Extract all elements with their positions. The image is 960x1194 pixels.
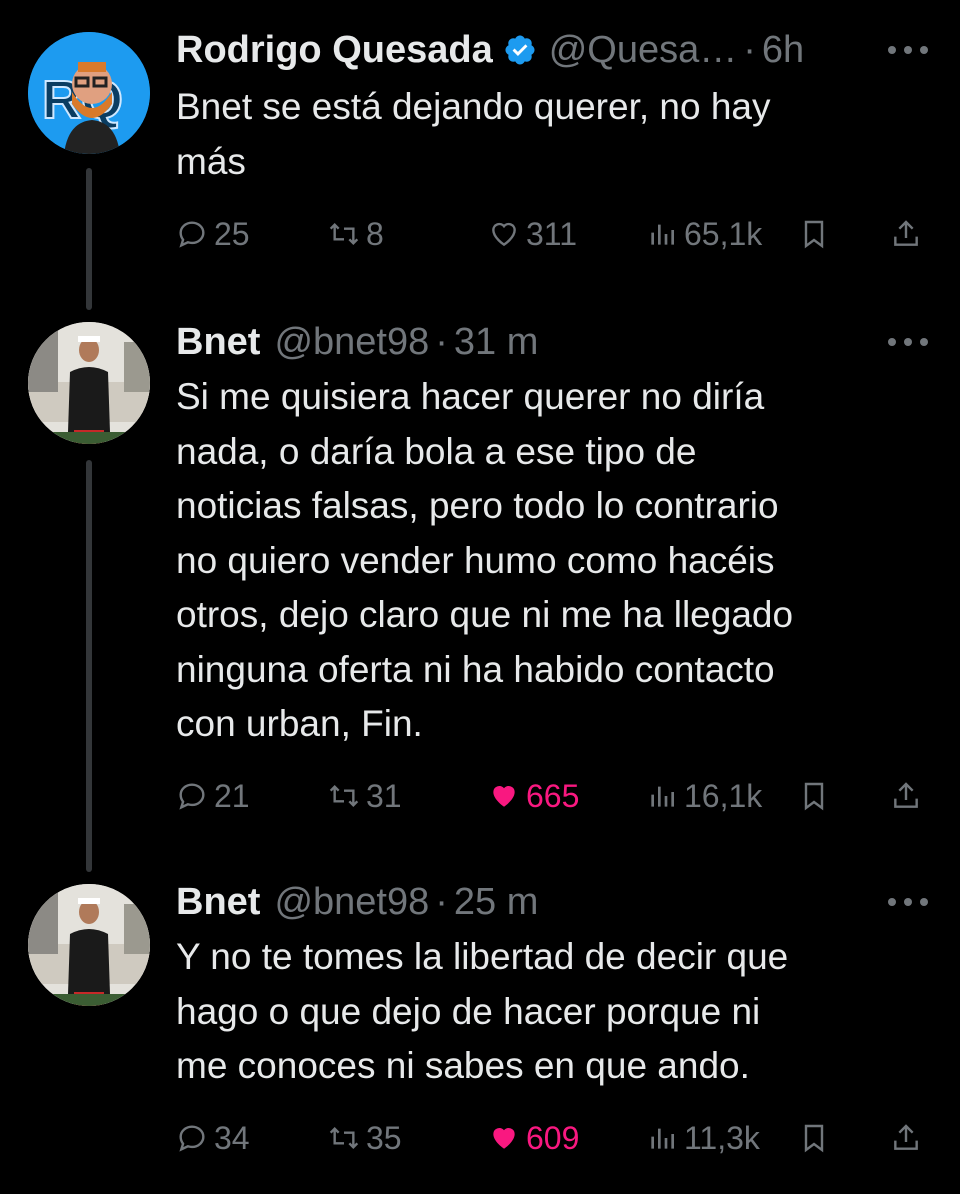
author-name[interactable]: Bnet: [176, 881, 260, 924]
retweet-button[interactable]: 8: [328, 212, 384, 256]
tweet-header: Bnet @bnet98 · 25 m: [176, 878, 538, 926]
views-button[interactable]: 65,1k: [646, 212, 762, 256]
share-button[interactable]: [890, 1116, 928, 1160]
author-name[interactable]: Rodrigo Quesada: [176, 29, 493, 72]
reply-button[interactable]: 34: [176, 1116, 250, 1160]
thread-line-1: [86, 168, 92, 310]
tweet-text: Si me quisiera hacer querer no diría nad…: [176, 376, 794, 744]
avatar-bnet[interactable]: [28, 884, 150, 1006]
views-button[interactable]: 11,3k: [646, 1116, 760, 1160]
heart-icon: [493, 786, 515, 807]
retweet-count: 31: [366, 777, 402, 814]
retweet-count: 35: [366, 1119, 402, 1156]
reply-count: 34: [214, 1119, 250, 1156]
share-icon: [894, 1124, 918, 1150]
like-count: 311: [526, 215, 578, 252]
avatar-bnet-photo: [28, 884, 150, 1006]
share-button[interactable]: [890, 212, 928, 256]
more-icon[interactable]: [888, 44, 928, 56]
reply-button[interactable]: 25: [176, 212, 250, 256]
separator: ·: [435, 880, 448, 923]
views-icon: [651, 224, 674, 245]
retweet-icon: [329, 784, 359, 808]
share-button[interactable]: [890, 774, 928, 818]
reply-icon: [179, 221, 205, 248]
bookmark-icon: [804, 220, 824, 249]
tweet-text: Bnet se está dejando querer, no hay más: [176, 86, 771, 182]
author-handle[interactable]: @Quesa…: [549, 29, 738, 72]
views-button[interactable]: 16,1k: [646, 774, 762, 818]
bookmark-icon: [804, 782, 824, 811]
views-icon: [651, 786, 674, 807]
timestamp[interactable]: 6h: [762, 29, 804, 72]
retweet-button[interactable]: 31: [328, 774, 402, 818]
like-button[interactable]: 609: [488, 1116, 579, 1160]
bookmark-button[interactable]: [798, 212, 836, 256]
like-button[interactable]: 665: [488, 774, 579, 818]
verified-icon: [503, 33, 537, 67]
avatar-rodrigo-quesada[interactable]: RQ: [28, 32, 150, 154]
author-name[interactable]: Bnet: [176, 321, 260, 364]
like-count: 609: [526, 1119, 580, 1156]
retweet-count: 8: [366, 215, 384, 252]
bookmark-button[interactable]: [798, 774, 836, 818]
avatar-bnet[interactable]: [28, 322, 150, 444]
author-handle[interactable]: @bnet98: [274, 881, 429, 924]
reply-count: 21: [214, 777, 250, 814]
retweet-button[interactable]: 35: [328, 1116, 402, 1160]
tweet-header: Rodrigo Quesada @Quesa… · 6h: [176, 26, 804, 74]
retweet-icon: [329, 222, 359, 246]
share-icon: [894, 220, 918, 246]
reply-button[interactable]: 21: [176, 774, 250, 818]
reply-icon: [179, 783, 205, 810]
timestamp[interactable]: 25 m: [454, 881, 538, 924]
tweet-actions: 25 8 311 65,1k: [176, 212, 936, 256]
like-button[interactable]: 311: [488, 212, 577, 256]
views-count: 11,3k: [684, 1119, 760, 1156]
like-count: 665: [526, 777, 580, 814]
reply-count: 25: [214, 215, 250, 252]
author-handle[interactable]: @bnet98: [274, 321, 429, 364]
tweet-actions: 21 31 665 16,1k: [176, 774, 936, 818]
avatar-rq-logo: RQ: [28, 32, 150, 154]
reply-icon: [179, 1125, 205, 1152]
bookmark-button[interactable]: [798, 1116, 836, 1160]
retweet-icon: [329, 1126, 359, 1150]
views-icon: [651, 1128, 674, 1149]
more-icon[interactable]: [888, 896, 928, 908]
separator: ·: [435, 320, 448, 363]
timestamp[interactable]: 31 m: [454, 321, 538, 364]
avatar-bnet-photo: [28, 322, 150, 444]
thread-line-2: [86, 460, 92, 872]
views-count: 16,1k: [684, 777, 763, 814]
more-icon[interactable]: [888, 336, 928, 348]
views-count: 65,1k: [684, 215, 763, 252]
heart-icon: [493, 1128, 515, 1149]
tweet-header: Bnet @bnet98 · 31 m: [176, 318, 538, 366]
bookmark-icon: [804, 1124, 824, 1153]
tweet-text: Y no te tomes la libertad de decir que h…: [176, 936, 789, 1086]
tweet-actions: 34 35 609 11,3k: [176, 1116, 936, 1160]
share-icon: [894, 782, 918, 808]
separator: ·: [743, 28, 756, 71]
heart-icon: [492, 222, 516, 247]
